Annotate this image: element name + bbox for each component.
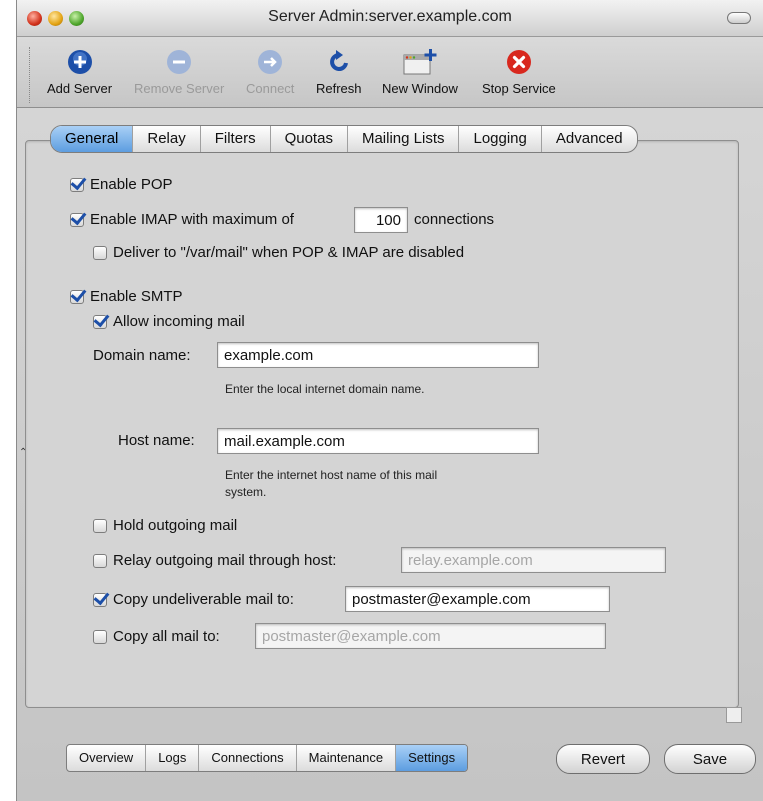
enable-pop-row: Enable POP: [70, 176, 173, 193]
tab-settings[interactable]: Settings: [396, 745, 468, 771]
copy-undeliverable-input[interactable]: postmaster@example.com: [345, 586, 610, 612]
stop-service-icon: [506, 50, 531, 74]
copy-undeliverable-label: Copy undeliverable mail to:: [113, 591, 294, 608]
deliver-var-mail-label: Deliver to "/var/mail" when POP & IMAP a…: [113, 244, 465, 261]
enable-smtp-checkbox[interactable]: [70, 289, 84, 304]
tab-relay[interactable]: Relay: [133, 126, 201, 152]
copy-undeliverable-checkbox[interactable]: [93, 592, 107, 607]
add-server-icon: [67, 50, 92, 74]
connect-button[interactable]: Connect: [246, 43, 294, 96]
stop-service-button[interactable]: Stop Service: [482, 43, 556, 96]
host-name-help-line1: Enter the internet host name of this mai…: [225, 468, 438, 482]
tab-mailing-lists[interactable]: Mailing Lists: [348, 126, 460, 152]
host-name-help-line2: system.: [225, 485, 267, 499]
hold-outgoing-label: Hold outgoing mail: [113, 517, 238, 534]
enable-smtp-row: Enable SMTP: [70, 288, 183, 305]
copy-all-row: Copy all mail to:: [93, 628, 220, 645]
enable-pop-checkbox[interactable]: [70, 177, 84, 192]
relay-host-input[interactable]: relay.example.com: [401, 547, 666, 573]
allow-incoming-row: Allow incoming mail: [93, 313, 245, 330]
add-server-label: Add Server: [47, 81, 113, 96]
new-window-icon: [403, 49, 437, 75]
imap-max-connections-input[interactable]: 100: [354, 207, 408, 233]
stop-service-label: Stop Service: [482, 81, 556, 96]
copy-undeliverable-row: Copy undeliverable mail to:: [93, 591, 294, 608]
refresh-button[interactable]: Refresh: [316, 43, 362, 96]
enable-imap-checkbox[interactable]: [70, 212, 84, 227]
host-name-label: Host name:: [118, 432, 195, 449]
relay-outgoing-row: Relay outgoing mail through host:: [93, 552, 336, 569]
window-title: Server Admin:server.example.com: [268, 8, 512, 25]
revert-button[interactable]: Revert: [556, 744, 650, 774]
tab-logs[interactable]: Logs: [146, 745, 200, 771]
tab-logging[interactable]: Logging: [459, 126, 542, 152]
imap-connections-suffix: connections: [414, 211, 495, 228]
connect-icon: [258, 50, 283, 74]
allow-incoming-label: Allow incoming mail: [113, 313, 245, 330]
tab-connections[interactable]: Connections: [199, 745, 297, 771]
remove-server-label: Remove Server: [134, 81, 225, 96]
deliver-var-mail-checkbox[interactable]: [93, 245, 107, 260]
host-name-input[interactable]: mail.example.com: [217, 428, 539, 454]
enable-imap-row: Enable IMAP with maximum of: [70, 211, 294, 228]
remove-server-button[interactable]: Remove Server: [134, 43, 224, 96]
toolbar-divider: [29, 47, 30, 103]
domain-name-help: Enter the local internet domain name.: [225, 382, 425, 396]
copy-all-input[interactable]: postmaster@example.com: [255, 623, 606, 649]
enable-pop-label: Enable POP: [90, 176, 173, 193]
hold-outgoing-row: Hold outgoing mail: [93, 517, 237, 534]
deliver-var-mail-row: Deliver to "/var/mail" when POP & IMAP a…: [93, 244, 464, 261]
refresh-icon: [329, 50, 348, 71]
hold-outgoing-checkbox[interactable]: [93, 518, 107, 533]
copy-all-label: Copy all mail to:: [113, 628, 220, 645]
settings-tab-bar: General Relay Filters Quotas Mailing Lis…: [50, 125, 638, 153]
remove-server-icon: [167, 50, 192, 74]
tab-overview[interactable]: Overview: [67, 745, 147, 771]
resize-handle-icon[interactable]: [726, 707, 742, 723]
refresh-label: Refresh: [316, 81, 362, 96]
allow-incoming-checkbox[interactable]: [93, 314, 107, 329]
relay-outgoing-checkbox[interactable]: [93, 553, 107, 568]
new-window-label: New Window: [382, 81, 458, 96]
add-server-button[interactable]: Add Server: [47, 43, 112, 96]
tab-maintenance[interactable]: Maintenance: [297, 745, 397, 771]
new-window-button[interactable]: New Window: [382, 43, 458, 96]
tab-quotas[interactable]: Quotas: [271, 126, 348, 152]
enable-smtp-label: Enable SMTP: [90, 288, 183, 305]
domain-name-input[interactable]: example.com: [217, 342, 539, 368]
relay-outgoing-label: Relay outgoing mail through host:: [113, 552, 337, 569]
toolbar: Add Server Remove Server Connect Refresh: [17, 37, 763, 108]
tab-filters[interactable]: Filters: [201, 126, 271, 152]
domain-name-label: Domain name:: [93, 347, 191, 364]
tab-advanced[interactable]: Advanced: [542, 126, 637, 152]
title-bar: Server Admin:server.example.com: [17, 0, 763, 37]
save-button[interactable]: Save: [664, 744, 756, 774]
enable-imap-label: Enable IMAP with maximum of: [90, 211, 294, 228]
tab-general[interactable]: General: [51, 126, 134, 152]
toolbar-toggle-button[interactable]: [727, 12, 751, 24]
bottom-tab-bar: Overview Logs Connections Maintenance Se…: [66, 744, 469, 772]
copy-all-checkbox[interactable]: [93, 629, 107, 644]
connect-label: Connect: [246, 81, 295, 96]
